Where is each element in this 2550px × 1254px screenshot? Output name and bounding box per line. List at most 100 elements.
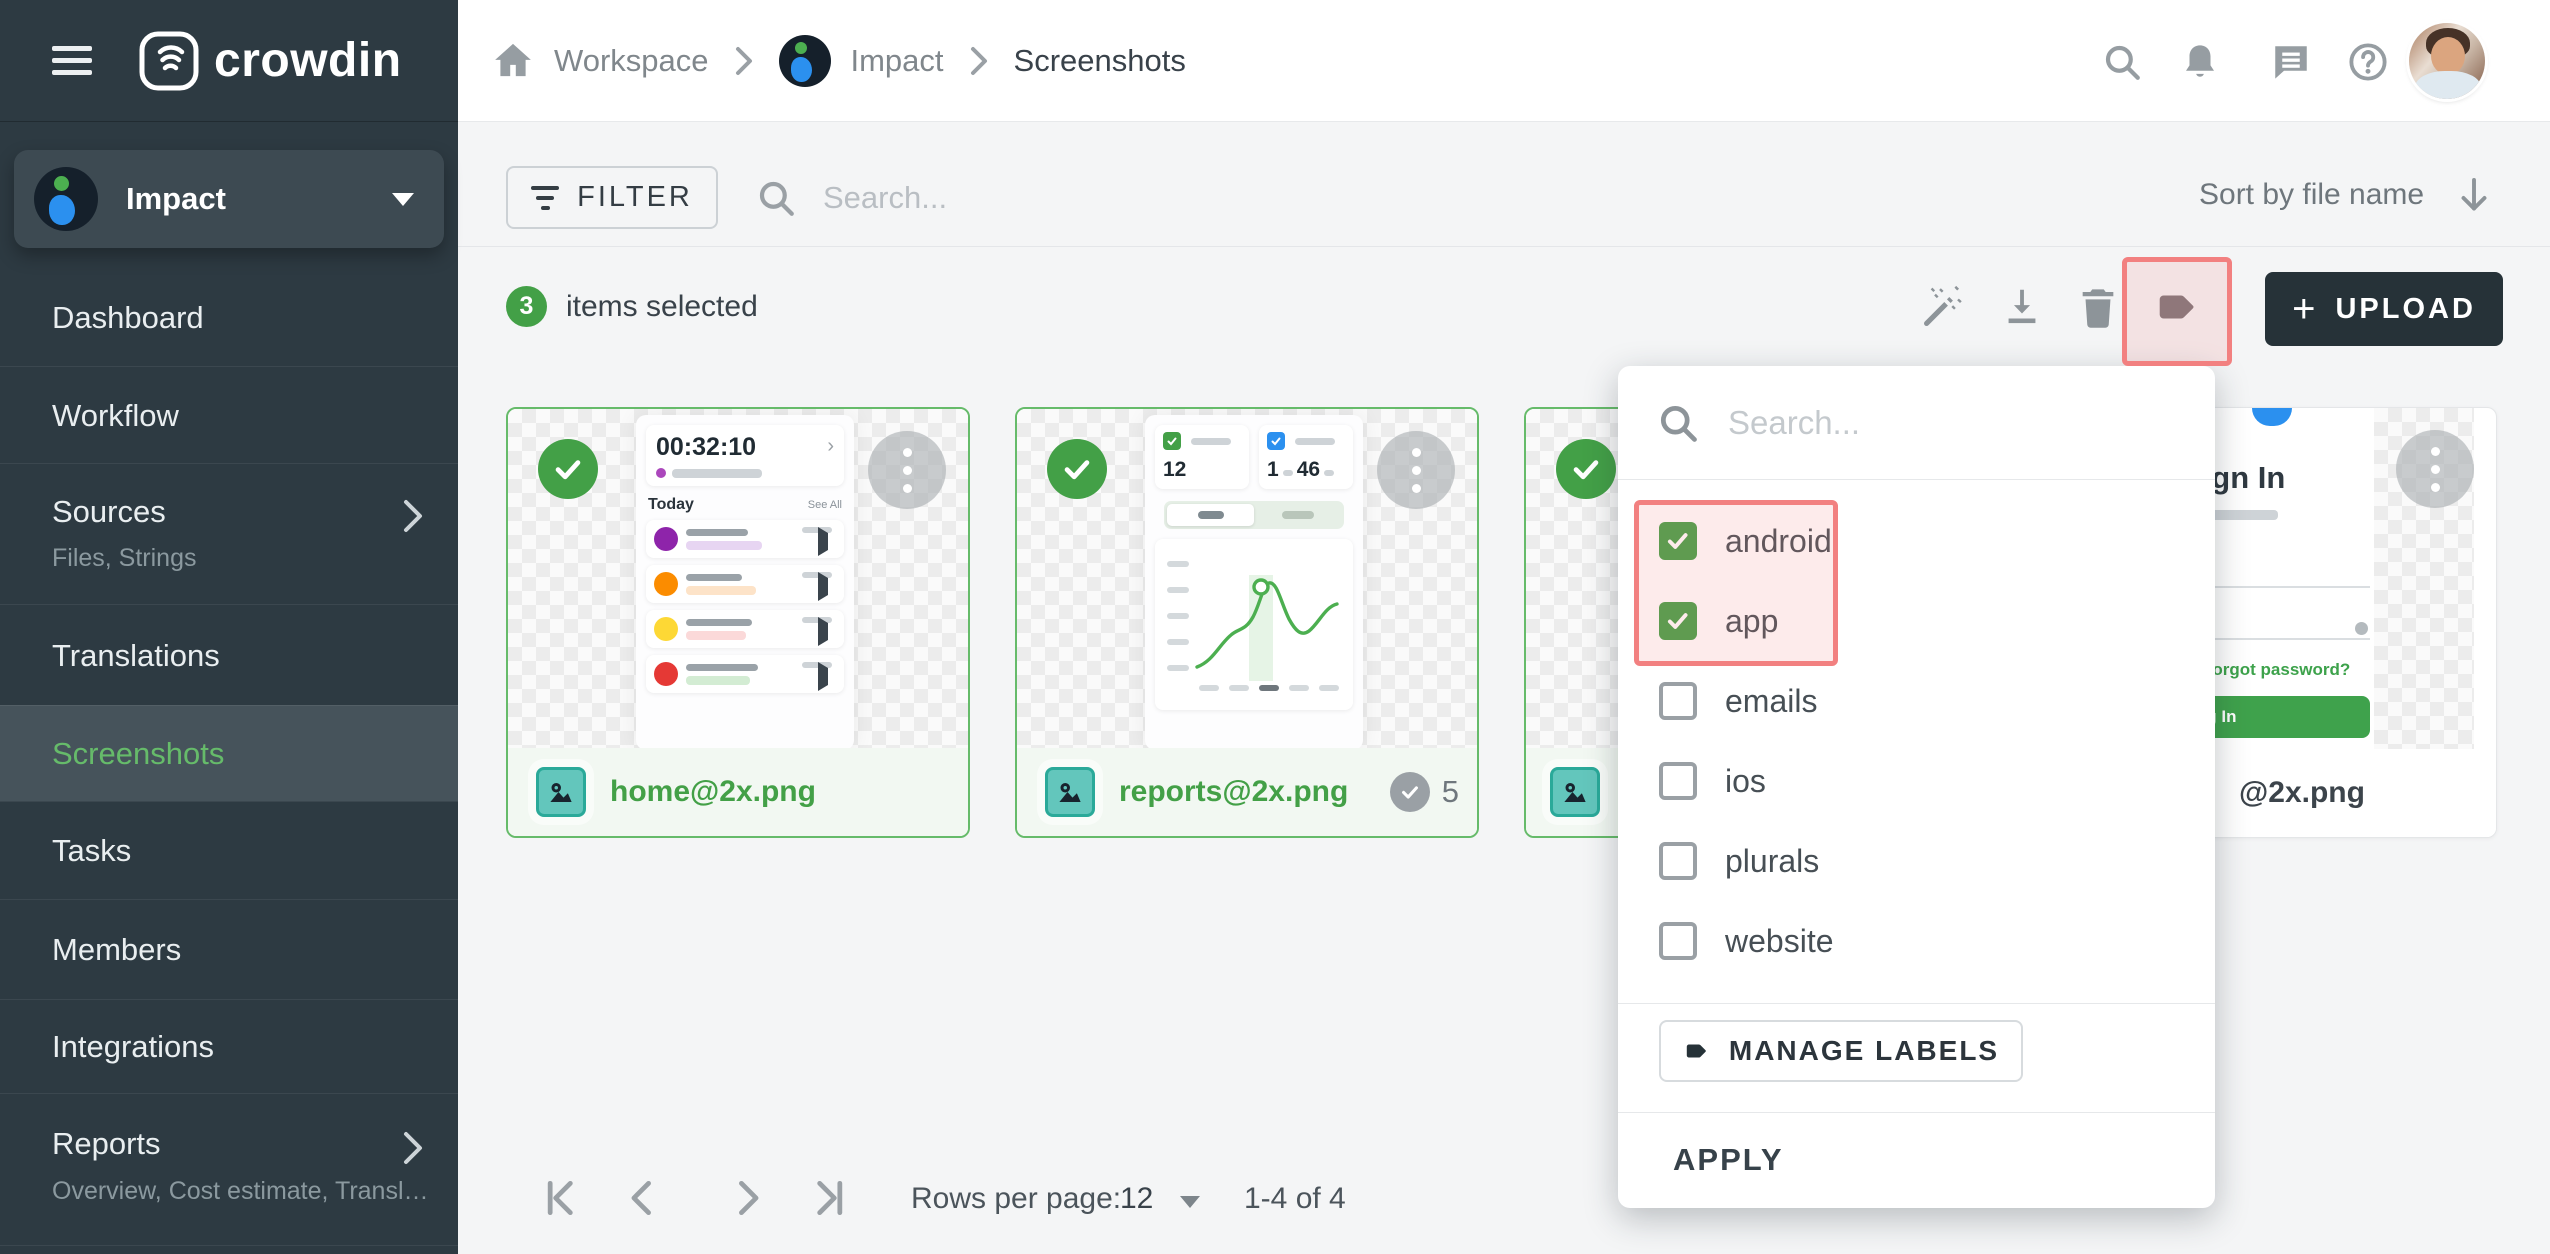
screenshot-card-home[interactable]: 00:32:10 › Today See All [506, 407, 970, 838]
selected-items-text: items selected [566, 290, 758, 324]
checkbox-checked-icon[interactable] [1659, 522, 1697, 560]
thumb-today: Today [648, 496, 694, 514]
card-menu-kebab-icon[interactable] [2396, 430, 2474, 508]
sort-label: Sort by file name [2199, 178, 2424, 212]
file-name[interactable]: @2x.png [2239, 776, 2365, 810]
chevron-right-icon [970, 46, 988, 76]
thumb-forgot-link: Forgot password? [2202, 660, 2350, 680]
apply-button[interactable]: APPLY [1673, 1132, 1784, 1188]
last-page-icon[interactable] [805, 1176, 849, 1220]
manage-labels-button[interactable]: MANAGE LABELS [1659, 1020, 2023, 1082]
checkbox-checked-icon[interactable] [1659, 602, 1697, 640]
eye-icon [2355, 622, 2368, 635]
sidebar-item-workflow[interactable]: Workflow [0, 366, 458, 463]
sidebar-item-label: Sources [52, 494, 166, 530]
image-file-icon [1550, 767, 1600, 817]
rows-per-page-label: Rows per page: [911, 1182, 1121, 1216]
label-search [1618, 366, 2215, 480]
breadcrumb-project[interactable]: Impact [851, 43, 944, 79]
brand-bar: crowdin [0, 0, 458, 122]
search-icon[interactable] [2101, 41, 2143, 83]
sidebar-item-label: Members [52, 932, 181, 968]
caret-down-icon[interactable] [1180, 1196, 1200, 1208]
sidebar-item-dashboard[interactable]: Dashboard [0, 270, 458, 366]
sidebar-item-screenshots[interactable]: Screenshots [0, 705, 458, 801]
thumb-phone-mock: 12 146 [1145, 415, 1363, 750]
chevron-right-icon: › [827, 435, 834, 458]
sidebar-item-integrations[interactable]: Integrations [0, 999, 458, 1093]
file-name[interactable]: home@2x.png [610, 775, 816, 809]
card-menu-kebab-icon[interactable] [1377, 431, 1455, 509]
notifications-bell-icon[interactable] [2179, 41, 2221, 83]
download-icon[interactable] [1999, 284, 2045, 330]
search-icon [1656, 401, 1700, 445]
card-menu-kebab-icon[interactable] [868, 431, 946, 509]
logo-text: crowdin [214, 33, 402, 88]
auto-tag-wand-icon[interactable] [1919, 284, 1965, 330]
project-logo-icon [34, 167, 98, 231]
thumb-line-chart [1161, 547, 1345, 697]
sidebar-item-label: Reports [52, 1126, 161, 1162]
previous-page-icon[interactable] [622, 1176, 666, 1220]
label-option-website[interactable]: website [1618, 910, 2215, 972]
selected-check-icon[interactable] [1047, 439, 1107, 499]
label-search-input[interactable] [1728, 404, 2148, 442]
home-icon[interactable] [492, 39, 534, 81]
selected-check-icon[interactable] [1556, 439, 1616, 499]
sidebar-item-reports[interactable]: Reports Overview, Cost estimate, Transl… [0, 1093, 458, 1246]
label-option-android[interactable]: android [1618, 510, 2215, 572]
sidebar-item-sources[interactable]: Sources Files, Strings [0, 463, 458, 604]
upload-button[interactable]: + UPLOAD [2265, 272, 2503, 346]
thumb-phone-mock: 00:32:10 › Today See All [636, 415, 854, 750]
bird-logo-icon [2252, 408, 2292, 426]
thumb-see-all: See All [808, 499, 842, 511]
chevron-right-icon [735, 46, 753, 76]
rows-per-page-value[interactable]: 12 [1120, 1182, 1153, 1216]
sidebar-item-label: Translations [52, 638, 220, 674]
next-page-icon[interactable] [724, 1176, 768, 1220]
label-option-plurals[interactable]: plurals [1618, 830, 2215, 892]
crowdin-logo[interactable]: crowdin [138, 30, 402, 92]
screenshot-card-reports[interactable]: 12 146 [1015, 407, 1479, 838]
breadcrumb-workspace[interactable]: Workspace [554, 43, 709, 79]
thumb-stat-completed: 12 [1163, 458, 1241, 482]
sidebar-item-tasks[interactable]: Tasks [0, 801, 458, 899]
breadcrumb-project-icon [779, 35, 831, 87]
messages-icon[interactable] [2270, 41, 2312, 83]
label-tag-icon[interactable] [2153, 284, 2199, 330]
crowdin-mark-icon [138, 30, 200, 92]
sidebar-item-members[interactable]: Members [0, 899, 458, 999]
file-name[interactable]: reports@2x.png [1119, 775, 1348, 809]
user-avatar[interactable] [2409, 23, 2485, 99]
label-dropdown: android app emails ios plurals website M… [1618, 366, 2215, 1208]
sidebar-nav: Dashboard Workflow Sources Files, String… [0, 270, 458, 1246]
label-option-emails[interactable]: emails [1618, 670, 2215, 732]
chevron-right-icon [402, 498, 424, 534]
sidebar-item-label: Tasks [52, 833, 131, 869]
hamburger-menu-icon[interactable] [52, 39, 92, 82]
checkbox-unchecked-icon[interactable] [1659, 842, 1697, 880]
sort-direction-arrow-icon [2456, 175, 2492, 215]
search-input[interactable] [823, 180, 1383, 216]
pagination-range: 1-4 of 4 [1244, 1182, 1346, 1216]
checkbox-unchecked-icon[interactable] [1659, 682, 1697, 720]
delete-trash-icon[interactable] [2075, 284, 2121, 330]
selected-check-icon[interactable] [538, 439, 598, 499]
filter-label: FILTER [577, 181, 693, 214]
project-selector[interactable]: Impact [14, 150, 444, 248]
filter-button[interactable]: FILTER [506, 166, 718, 229]
sidebar-item-translations[interactable]: Translations [0, 604, 458, 705]
help-icon[interactable] [2347, 41, 2389, 83]
sidebar-item-label: Screenshots [52, 736, 224, 772]
sidebar-item-label: Workflow [52, 398, 179, 434]
label-option-app[interactable]: app [1618, 590, 2215, 652]
image-file-icon [1045, 767, 1095, 817]
sort-control[interactable]: Sort by file name [2199, 175, 2492, 215]
caret-down-icon [392, 193, 414, 206]
checkbox-unchecked-icon[interactable] [1659, 762, 1697, 800]
label-option-ios[interactable]: ios [1618, 750, 2215, 812]
divider [1618, 1112, 2215, 1113]
checkbox-unchecked-icon[interactable] [1659, 922, 1697, 960]
first-page-icon[interactable] [541, 1176, 585, 1220]
breadcrumb-page: Screenshots [1014, 43, 1186, 79]
